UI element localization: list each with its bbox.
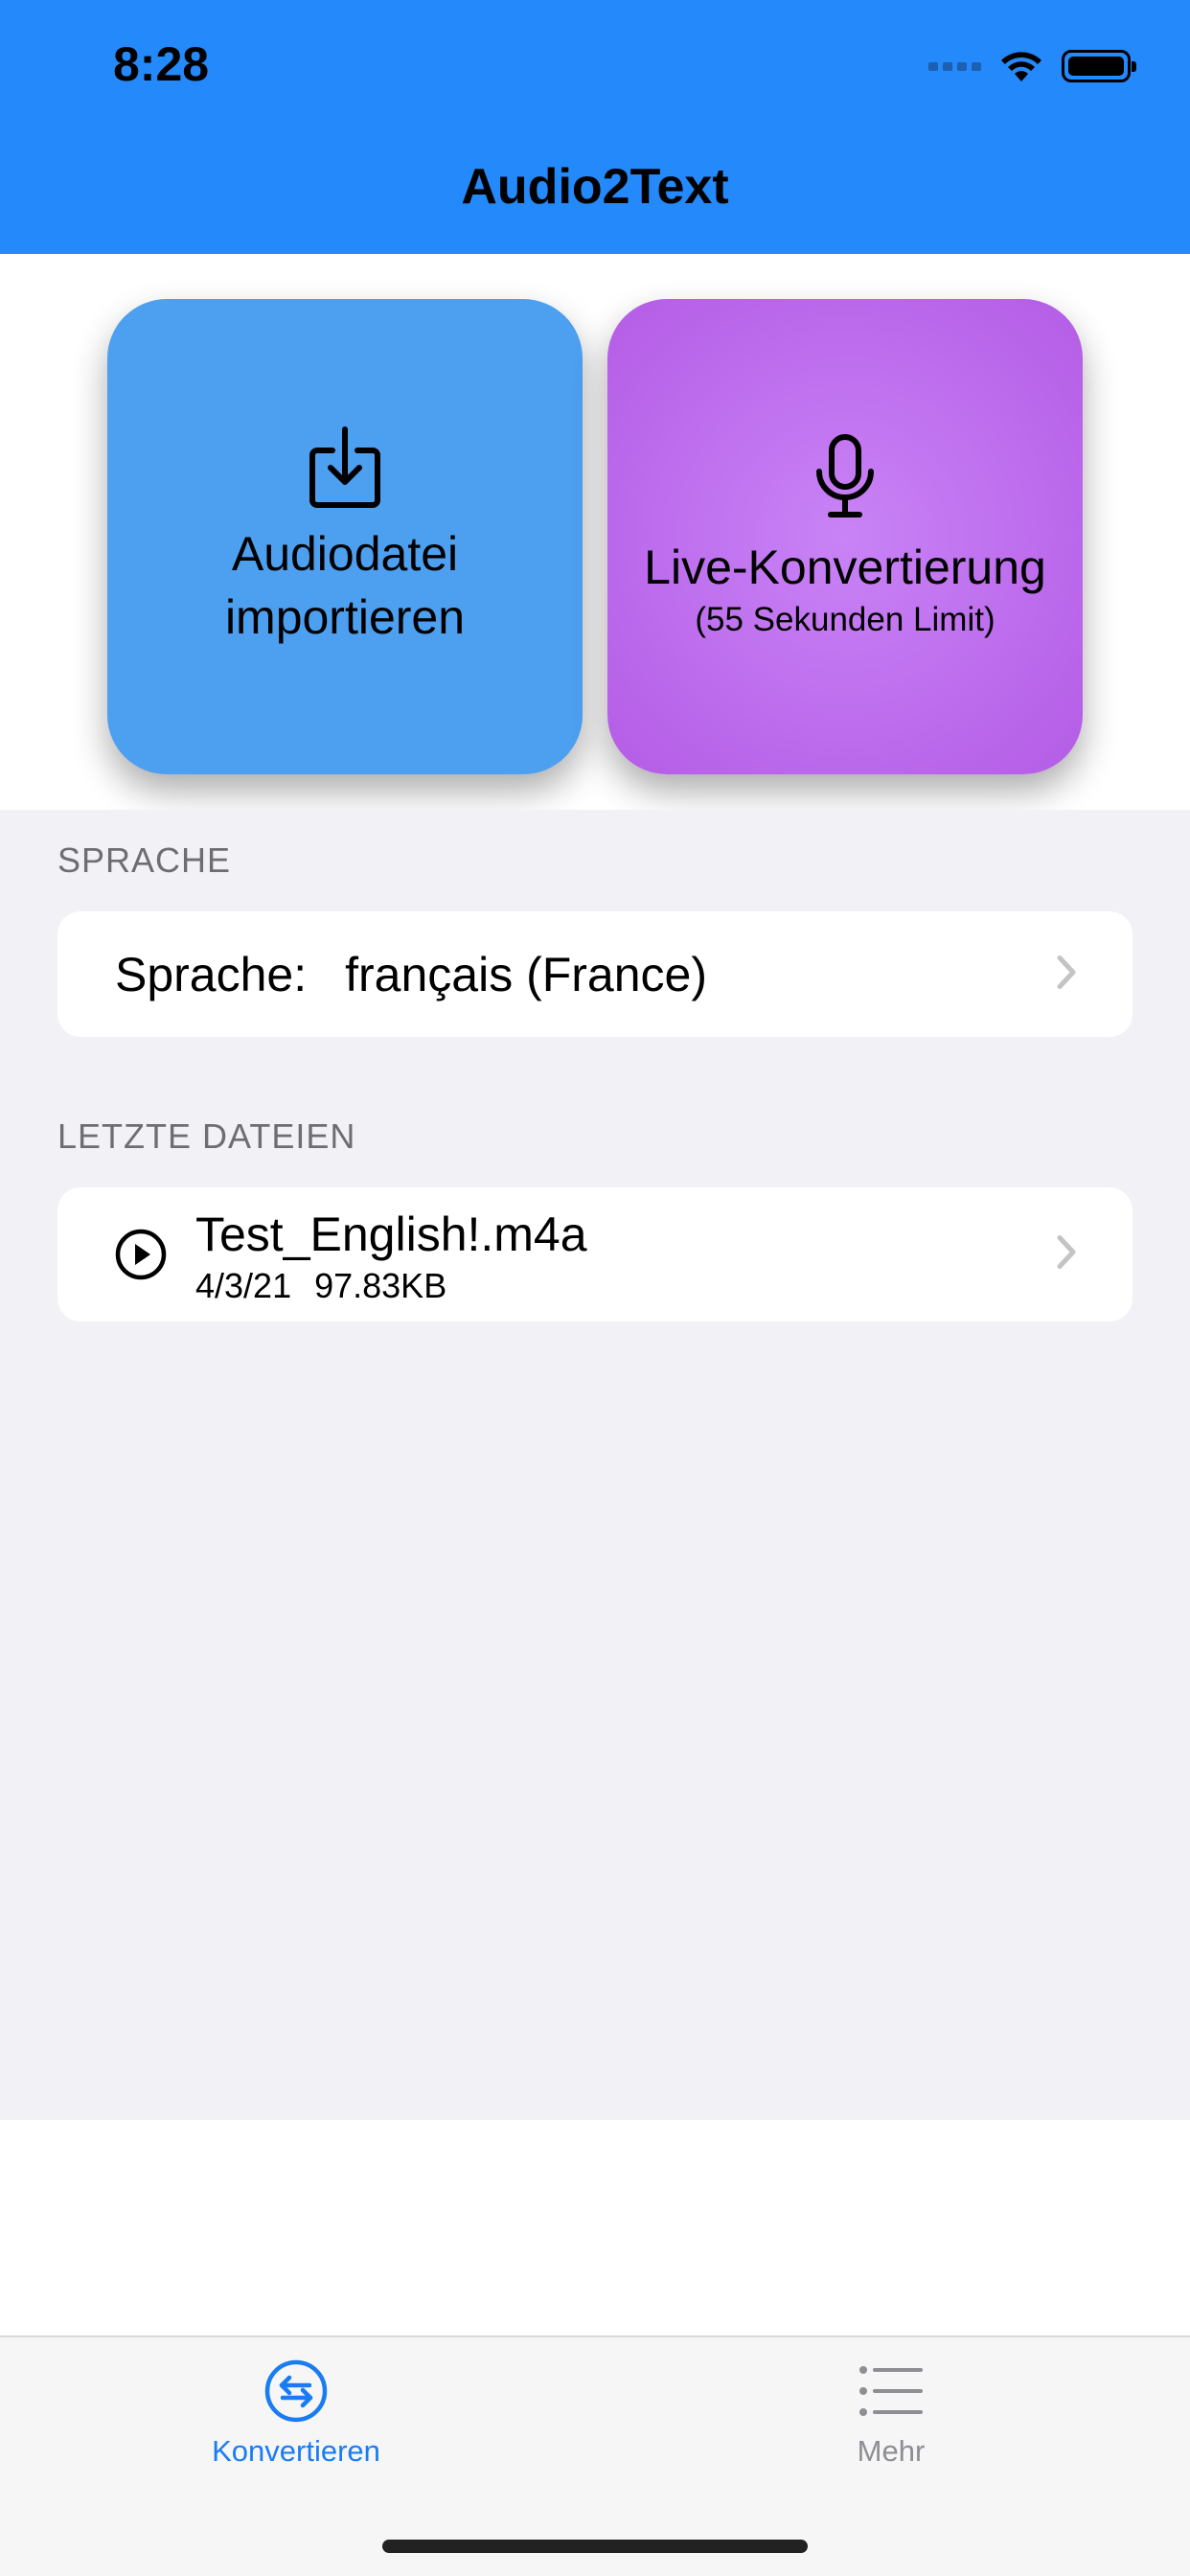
language-row[interactable]: Sprache: français (France) [57, 911, 1133, 1037]
tab-more[interactable]: Mehr [747, 2358, 1035, 2469]
live-conversion-button[interactable]: Live-Konvertierung (55 Sekunden Limit) [607, 299, 1083, 774]
file-row[interactable]: Test_English!.m4a 4/3/21 97.83KB [57, 1187, 1133, 1322]
import-label-line1: Audiodatei [231, 526, 459, 581]
tab-more-label: Mehr [857, 2434, 926, 2468]
chevron-right-icon [1056, 1234, 1077, 1276]
cellular-signal-icon [928, 61, 981, 71]
play-circle-icon[interactable] [115, 1229, 167, 1285]
import-audio-button[interactable]: Audiodatei importieren [107, 299, 583, 774]
import-label-line2: importieren [224, 589, 466, 644]
home-indicator [382, 2540, 808, 2553]
tab-convert-label: Konvertieren [212, 2434, 380, 2468]
battery-icon [1062, 50, 1136, 82]
settings-list: SPRACHE Sprache: français (France) LETZT… [0, 810, 1190, 2120]
file-name: Test_English!.m4a [195, 1208, 587, 1261]
status-time: 8:28 [113, 37, 210, 91]
wifi-icon [998, 49, 1044, 83]
convert-arrows-icon [152, 2358, 440, 2428]
nav-header: 8:28 Audio2Text [0, 0, 1190, 254]
language-label: Sprache: [115, 947, 308, 1001]
action-tiles: Audiodatei importieren Live-Konvertierun… [0, 254, 1190, 810]
file-meta: 4/3/21 97.83KB [195, 1266, 446, 1306]
microphone-icon [812, 433, 879, 524]
chevron-right-icon [1056, 954, 1077, 995]
status-indicators [928, 42, 1136, 90]
list-icon [747, 2358, 1035, 2428]
page-title: Audio2Text [461, 159, 729, 215]
live-label: Live-Konvertierung [644, 540, 1046, 594]
section-header-language: SPRACHE [57, 840, 232, 880]
tab-convert[interactable]: Konvertieren [152, 2358, 440, 2469]
live-sublabel: (55 Sekunden Limit) [695, 600, 995, 638]
file-size: 97.83KB [314, 1266, 447, 1305]
download-tray-icon [308, 426, 382, 515]
section-header-recent-files: LETZTE DATEIEN [57, 1116, 356, 1156]
language-value: français (France) [345, 947, 708, 1001]
file-date: 4/3/21 [195, 1266, 292, 1305]
